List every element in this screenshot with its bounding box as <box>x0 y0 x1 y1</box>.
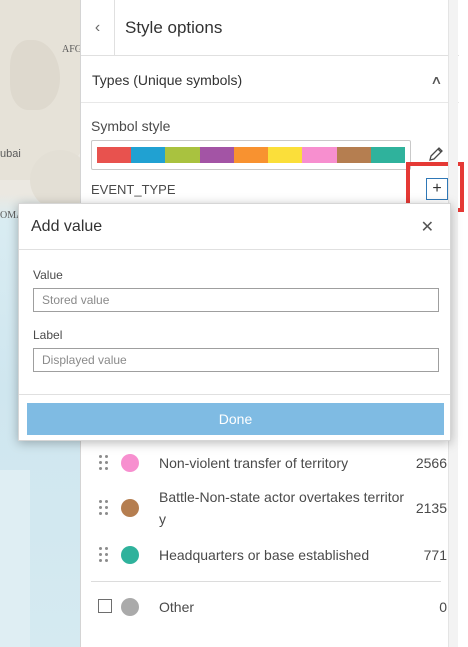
map-water <box>0 470 30 647</box>
ramp-swatch <box>131 147 166 163</box>
value-input[interactable] <box>33 288 439 312</box>
symbol-swatch[interactable] <box>121 454 139 472</box>
symbol-swatch[interactable] <box>121 598 139 616</box>
chevron-up-icon[interactable]: ∧ <box>430 73 442 87</box>
done-button[interactable]: Done <box>27 403 444 435</box>
ramp-swatch <box>268 147 303 163</box>
panel-title: Style options <box>125 17 223 37</box>
drag-handle-icon[interactable] <box>99 500 109 516</box>
item-count: 2135 <box>415 500 447 516</box>
ramp-swatch <box>370 147 405 163</box>
symbol-swatch[interactable] <box>121 546 139 564</box>
ramp-swatch <box>233 147 269 163</box>
ramp-swatch <box>302 147 337 163</box>
close-icon[interactable]: ✕ <box>421 217 434 237</box>
pencil-icon[interactable] <box>427 145 445 163</box>
other-checkbox[interactable] <box>98 599 112 613</box>
color-ramp[interactable] <box>91 140 411 170</box>
item-count: 0 <box>439 599 447 615</box>
symbol-swatch[interactable] <box>121 499 139 517</box>
item-label: Headquarters or base established <box>159 547 370 563</box>
item-count: 2566 <box>415 455 447 471</box>
item-label: Other <box>159 599 195 615</box>
dialog-header: Add value ✕ <box>19 204 450 250</box>
dialog-divider <box>19 394 450 395</box>
drag-handle-icon[interactable] <box>99 455 109 471</box>
map-label: AFG <box>62 44 80 55</box>
ramp-swatch <box>97 147 132 163</box>
item-label: Non-violent transfer of territory <box>159 455 349 471</box>
back-button[interactable]: ‹ <box>81 0 115 56</box>
ramp-swatch <box>336 147 371 163</box>
ramp-swatch <box>199 147 234 163</box>
chevron-left-icon: ‹ <box>94 18 101 36</box>
dialog-title: Add value <box>31 217 103 235</box>
item-label: Battle-Non-state actor overtakes territo… <box>159 489 405 527</box>
label-field-label: Label <box>33 328 63 342</box>
panel-header: ‹ Style options <box>81 0 459 56</box>
section-header[interactable]: Types (Unique symbols) ∧ <box>81 57 459 103</box>
label-input[interactable] <box>33 348 439 372</box>
map-label: ubai <box>0 148 21 160</box>
field-name: EVENT_TYPE <box>91 182 176 197</box>
symbol-style-label: Symbol style <box>91 118 171 134</box>
ramp-swatch <box>165 147 200 163</box>
section-title: Types (Unique symbols) <box>92 71 243 88</box>
item-count: 771 <box>423 547 447 563</box>
value-field-label: Value <box>33 268 63 282</box>
add-value-dialog: Add value ✕ Value Label Done <box>18 203 451 441</box>
drag-handle-icon[interactable] <box>99 547 109 563</box>
divider <box>91 581 441 582</box>
map-land <box>30 150 80 210</box>
